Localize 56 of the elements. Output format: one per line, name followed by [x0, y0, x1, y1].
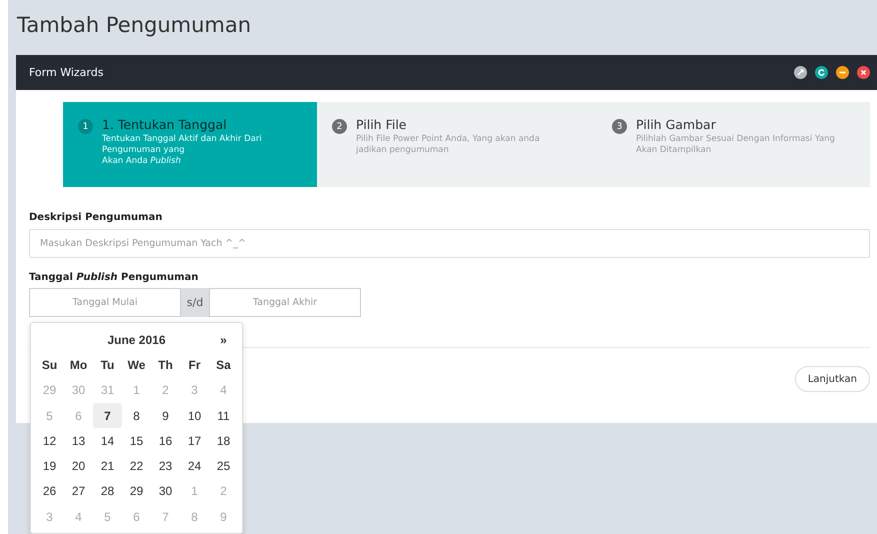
calendar-day[interactable]: 22 — [122, 454, 151, 479]
step-title: 1. Tentukan Tanggal — [102, 117, 228, 132]
calendar-day[interactable]: 11 — [209, 403, 238, 428]
step-description: Pilihlah Gambar Sesuai Dengan Informasi Yang Akan Ditampilkan — [636, 134, 836, 156]
end-date-field[interactable]: Tanggal Akhir — [209, 288, 361, 317]
refresh-icon[interactable] — [815, 66, 828, 79]
calendar-day[interactable]: 18 — [209, 428, 238, 454]
calendar-day[interactable]: 27 — [64, 478, 93, 504]
weekday-label: Mo — [70, 358, 88, 372]
calendar-day[interactable]: 25 — [209, 454, 238, 479]
expand-icon[interactable] — [794, 66, 807, 79]
range-separator: s/d — [181, 288, 209, 317]
next-button[interactable]: Lanjutkan — [794, 366, 870, 392]
month-title[interactable]: June 2016 — [107, 332, 166, 347]
weekday-label: Su — [42, 358, 58, 372]
calendar-day[interactable]: 15 — [122, 428, 151, 454]
step-description: Pilih File Power Point Anda, Yang akan anda jadikan pengumuman — [356, 134, 541, 156]
calendar-day[interactable]: 13 — [64, 428, 93, 454]
calendar-day[interactable]: 19 — [35, 454, 64, 479]
panel-title: Form Wizards — [29, 66, 104, 79]
calendar-day[interactable]: 24 — [180, 454, 209, 479]
weekday-label: Th — [158, 358, 173, 372]
calendar-day[interactable]: 26 — [35, 478, 64, 504]
calendar-day[interactable]: 14 — [93, 428, 122, 454]
calendar-day[interactable]: 23 — [151, 454, 180, 479]
page-title: Tambah Pengumuman — [16, 12, 252, 39]
calendar-day[interactable]: 29 — [122, 478, 151, 504]
calendar-day[interactable]: 9 — [151, 403, 180, 428]
calendar-day[interactable]: 16 — [151, 428, 180, 454]
field-label: Deskripsi Pengumuman — [29, 212, 164, 223]
minimize-icon[interactable] — [836, 66, 849, 79]
calendar-day[interactable]: 17 — [180, 428, 209, 454]
step-number: 2 — [332, 119, 347, 134]
field-label: Tanggal Publish Pengumuman — [29, 272, 200, 283]
step-number: 1 — [78, 119, 93, 134]
calendar-day[interactable]: 20 — [64, 454, 93, 479]
calendar-day[interactable]: 10 — [180, 403, 209, 428]
weekday-label: Sa — [216, 358, 231, 372]
calendar-day[interactable]: 8 — [122, 403, 151, 428]
start-date-field[interactable]: Tanggal Mulai — [29, 288, 181, 317]
step-title: Pilih File — [356, 117, 408, 132]
step-description: Tentukan Tanggal Aktif dan Akhir Dari Pengumuman yang Akan Anda Publish — [102, 134, 263, 167]
step-number: 3 — [612, 119, 627, 134]
weekday-label: We — [128, 358, 146, 372]
wizard-step[interactable]: 1 1. Tentukan Tanggal Tentukan Tanggal Aktif dan Akhir Dari Pengumuman yang Akan Anda Publish — [63, 102, 317, 187]
calendar-day[interactable]: 30 — [151, 478, 180, 504]
calendar-day[interactable]: 7 — [93, 403, 122, 428]
calendar-day[interactable]: 28 — [93, 478, 122, 504]
close-icon[interactable] — [857, 66, 870, 79]
calendar-day[interactable]: 21 — [93, 454, 122, 479]
next-month-button[interactable]: » — [220, 332, 227, 347]
calendar-day[interactable]: 12 — [35, 428, 64, 454]
step-title: Pilih Gambar — [636, 117, 717, 132]
description-field[interactable]: Masukan Deskripsi Pengumuman Yach ^_^ — [29, 229, 870, 258]
weekday-label: Tu — [100, 358, 114, 372]
weekday-label: Fr — [188, 358, 200, 372]
